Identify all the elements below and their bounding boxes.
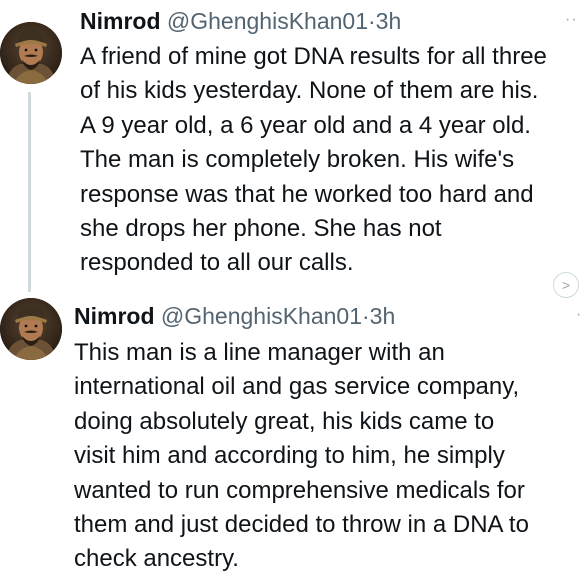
- tweet-text: A friend of mine got DNA results for all…: [80, 43, 547, 277]
- display-name[interactable]: Nimrod: [74, 303, 155, 329]
- display-name[interactable]: Nimrod: [80, 8, 161, 34]
- tweet-header: Nimrod @GhenghisKhan01·3h: [74, 301, 395, 331]
- avatar[interactable]: [0, 298, 62, 360]
- user-handle[interactable]: @GhenghisKhan01: [161, 303, 362, 329]
- thread-connector-line: [28, 92, 31, 292]
- avatar-portrait-icon: [0, 298, 62, 360]
- separator: ·: [368, 8, 376, 34]
- tweet-text: This man is a line manager with an inter…: [74, 339, 529, 573]
- tweet-header: Nimrod @GhenghisKhan01·3h: [80, 6, 401, 36]
- more-dots-icon[interactable]: ··: [565, 11, 578, 29]
- more-dots-icon[interactable]: ·: [576, 306, 582, 324]
- avatar[interactable]: [0, 22, 62, 84]
- avatar-portrait-icon: [0, 22, 62, 84]
- user-handle[interactable]: @GhenghisKhan01: [167, 8, 368, 34]
- separator: ·: [362, 303, 370, 329]
- timestamp[interactable]: 3h: [370, 303, 396, 329]
- chevron-right-icon[interactable]: >: [553, 272, 579, 298]
- tweet-thread: Nimrod @GhenghisKhan01·3h ·· A friend of…: [0, 0, 587, 577]
- timestamp[interactable]: 3h: [376, 8, 402, 34]
